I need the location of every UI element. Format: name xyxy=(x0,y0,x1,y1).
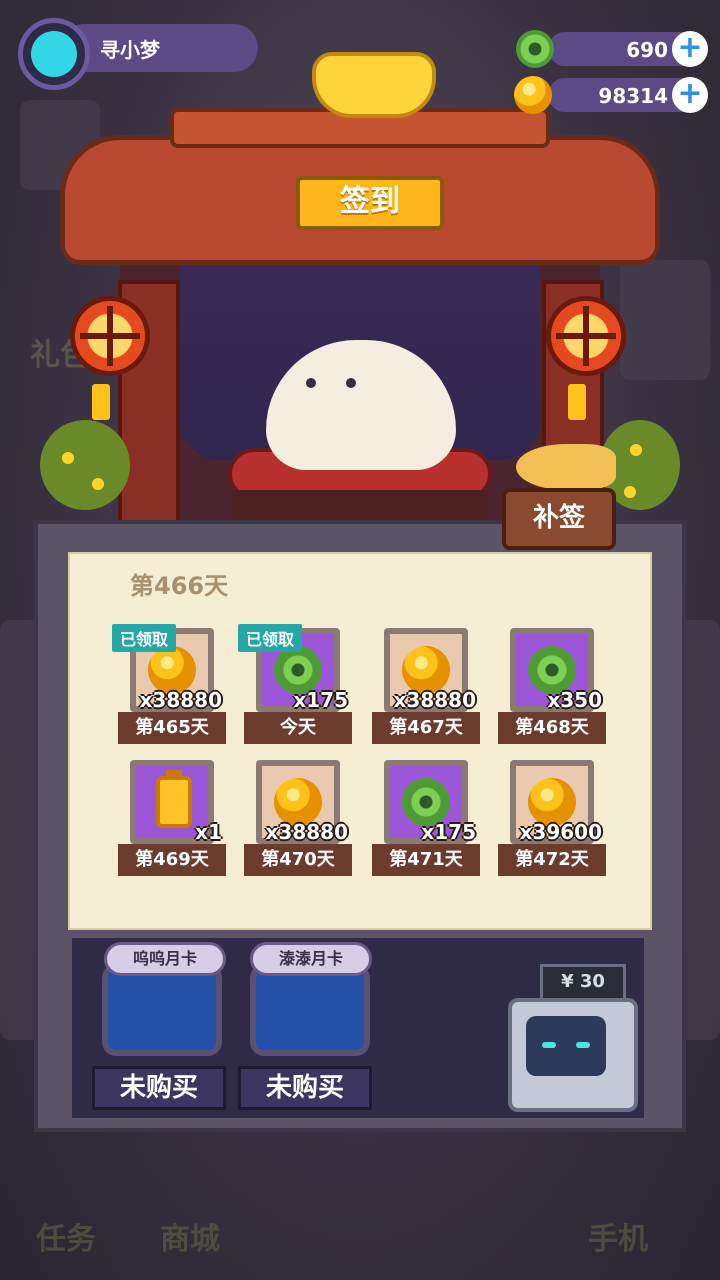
nav-tasks-label: 任务 xyxy=(36,1222,96,1257)
reward-day-label: 今天 xyxy=(244,712,352,744)
battery-icon xyxy=(156,776,192,828)
reward-day-label: 第472天 xyxy=(498,844,606,876)
reward-day-label: 第465天 xyxy=(118,712,226,744)
lantern-tassel-right xyxy=(568,384,586,420)
nav-phone-label: 手机 xyxy=(588,1222,648,1257)
gold-coin-icon xyxy=(528,778,576,826)
robot-face xyxy=(526,1016,606,1076)
lantern-icon-left xyxy=(70,296,150,376)
jade-coin-icon xyxy=(402,778,450,826)
vending-robot[interactable] xyxy=(508,998,638,1112)
gold-coin-icon xyxy=(274,778,322,826)
nav-shop-label: 商城 xyxy=(160,1222,220,1257)
flower-bush-left xyxy=(40,420,130,510)
reward-card[interactable]: x38880 第467天 xyxy=(372,628,480,748)
avatar[interactable] xyxy=(18,18,90,90)
reward-day-label: 第471天 xyxy=(372,844,480,876)
reward-card[interactable]: x350 第468天 xyxy=(498,628,606,748)
add-gold-button[interactable]: + xyxy=(672,77,708,113)
monthly-card-name-2: 溙溙月卡 xyxy=(250,942,372,976)
add-jade-button[interactable]: + xyxy=(672,31,708,67)
flower-icon xyxy=(624,486,636,498)
gold-coin-icon xyxy=(148,646,196,694)
reward-quantity: x1 xyxy=(195,820,222,844)
monthly-card-name-1: 呜呜月卡 xyxy=(104,942,226,976)
makeup-checkin-button[interactable]: 补签 xyxy=(502,488,616,550)
lantern-icon-right xyxy=(546,296,626,376)
golden-fish-icon xyxy=(516,444,616,490)
jade-count: 690 xyxy=(626,38,668,62)
reward-card[interactable]: x175 第471天 xyxy=(372,760,480,880)
reward-card[interactable]: x39600 第472天 xyxy=(498,760,606,880)
flower-icon xyxy=(92,478,104,490)
reward-card[interactable]: x175 今天 已领取 xyxy=(238,624,352,748)
flower-icon xyxy=(62,452,74,464)
claimed-badge: 已领取 xyxy=(112,624,177,652)
reward-day-label: 第469天 xyxy=(118,844,226,876)
username: 寻小梦 xyxy=(100,38,160,62)
reward-card[interactable]: x38880 第465天 已领取 xyxy=(112,624,226,748)
reward-day-label: 第468天 xyxy=(498,712,606,744)
reward-quantity: x38880 xyxy=(393,688,476,712)
gold-ingot-icon xyxy=(312,52,436,118)
reward-card[interactable]: x38880 第470天 xyxy=(244,760,352,880)
jade-coin-icon xyxy=(516,30,554,68)
background-building xyxy=(620,260,710,380)
gold-count: 98314 xyxy=(598,84,668,108)
gold-coin-icon xyxy=(514,76,552,114)
cat-avatar-icon xyxy=(31,31,77,77)
gold-coin-icon xyxy=(402,646,450,694)
monthly-card-buy-button-2[interactable]: 未购买 xyxy=(238,1066,372,1110)
monthly-card-window-1[interactable] xyxy=(102,964,222,1056)
reward-quantity: x39600 xyxy=(519,820,602,844)
reward-card[interactable]: x1 第469天 xyxy=(118,760,226,880)
monthly-card-window-2[interactable] xyxy=(250,964,370,1056)
jade-coin-icon xyxy=(528,646,576,694)
reward-quantity: x175 xyxy=(421,820,476,844)
current-day-title: 第466天 xyxy=(130,572,229,600)
monthly-card-buy-button-1[interactable]: 未购买 xyxy=(92,1066,226,1110)
checkin-sign: 签到 xyxy=(296,176,444,230)
reward-quantity: x38880 xyxy=(265,820,348,844)
jade-coin-icon xyxy=(274,646,322,694)
claimed-badge: 已领取 xyxy=(238,624,303,652)
reward-day-label: 第467天 xyxy=(372,712,480,744)
background-wall-right xyxy=(680,620,720,1040)
reward-quantity: x38880 xyxy=(139,688,222,712)
flower-icon xyxy=(630,444,642,456)
reward-day-label: 第470天 xyxy=(244,844,352,876)
reward-quantity: x175 xyxy=(293,688,348,712)
vending-price-tag: ¥ 30 xyxy=(540,964,626,1002)
lantern-tassel-left xyxy=(92,384,110,420)
reward-quantity: x350 xyxy=(547,688,602,712)
